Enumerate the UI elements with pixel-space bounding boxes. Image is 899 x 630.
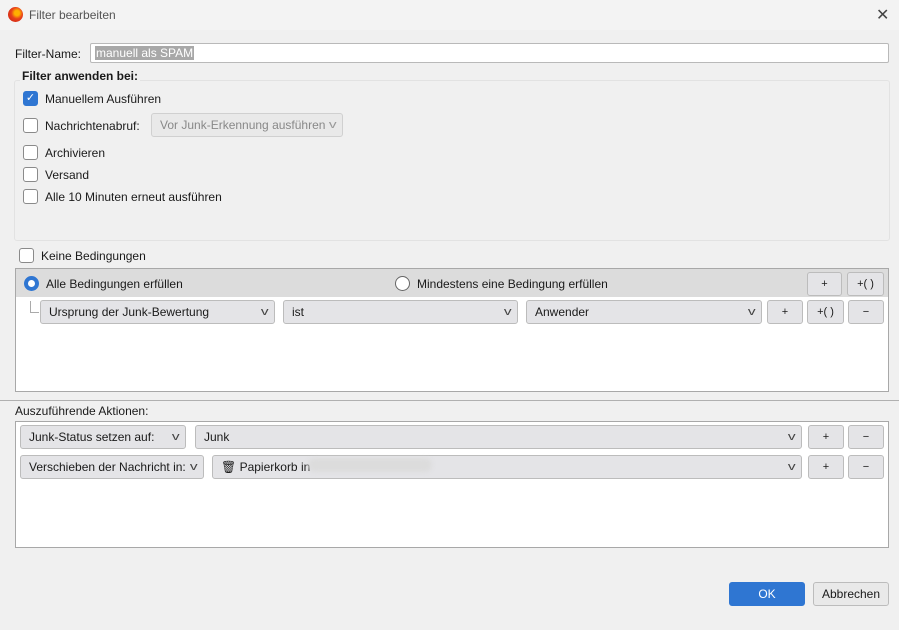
ok-button[interactable]: OK	[729, 582, 805, 606]
trash-icon: 🗑	[221, 460, 237, 474]
add-action-button-1[interactable]: +	[808, 425, 844, 449]
filter-name-label: Filter-Name:	[15, 47, 82, 61]
no-conditions-checkbox[interactable]	[19, 248, 34, 263]
chevron-down-icon: v	[747, 306, 756, 318]
chevron-down-icon: v	[171, 431, 180, 443]
action-target-dropdown-1[interactable]: Junk v	[195, 425, 802, 449]
fetch-label: Nachrichtenabruf:	[45, 119, 140, 133]
window-title: Filter bearbeiten	[29, 8, 116, 22]
actions-heading: Auszuführende Aktionen:	[15, 404, 149, 418]
action-target-dropdown-2[interactable]: 🗑 Papierkorb in v	[212, 455, 802, 479]
add-group-button[interactable]: +( )	[847, 272, 884, 296]
all-conditions-label: Alle Bedingungen erfüllen	[46, 277, 183, 291]
no-conditions-label: Keine Bedingungen	[41, 249, 146, 263]
tree-line	[30, 301, 39, 313]
archive-label: Archivieren	[45, 146, 106, 160]
chevron-down-icon: v	[503, 306, 512, 318]
condition-value-value: Anwender	[535, 305, 590, 319]
action-type-dropdown-1[interactable]: Junk-Status setzen auf: v	[20, 425, 186, 449]
all-conditions-radio[interactable]	[24, 276, 39, 291]
fetch-timing-value: Vor Junk-Erkennung ausführen	[160, 118, 326, 132]
condition-operator-value: ist	[292, 305, 304, 319]
splitter[interactable]	[0, 400, 899, 401]
send-checkbox[interactable]	[23, 167, 38, 182]
row-remove-condition-button[interactable]: −	[848, 300, 884, 324]
periodic-label: Alle 10 Minuten erneut ausführen	[45, 190, 222, 204]
fetch-timing-dropdown[interactable]: Vor Junk-Erkennung ausführen v	[151, 113, 343, 137]
app-logo-icon	[8, 7, 23, 22]
manual-checkbox[interactable]: ✓	[23, 91, 38, 106]
close-icon[interactable]: ✕	[876, 5, 889, 25]
remove-action-button-2[interactable]: −	[848, 455, 884, 479]
cancel-button[interactable]: Abbrechen	[813, 582, 889, 606]
chevron-down-icon: v	[189, 456, 198, 478]
remove-action-button-1[interactable]: −	[848, 425, 884, 449]
condition-field-value: Ursprung der Junk-Bewertung	[49, 305, 210, 319]
condition-operator-dropdown[interactable]: ist v	[283, 300, 518, 324]
row-add-group-button[interactable]: +( )	[807, 300, 844, 324]
chevron-down-icon: v	[787, 431, 796, 443]
any-condition-radio[interactable]	[395, 276, 410, 291]
fetch-checkbox[interactable]	[23, 118, 38, 133]
action-target-value: Papierkorb in	[239, 460, 311, 474]
periodic-checkbox[interactable]	[23, 189, 38, 204]
chevron-down-icon: v	[787, 461, 796, 473]
condition-field-dropdown[interactable]: Ursprung der Junk-Bewertung v	[40, 300, 275, 324]
manual-label: Manuellem Ausführen	[45, 92, 162, 106]
row-add-condition-button[interactable]: +	[767, 300, 803, 324]
chevron-down-icon: v	[328, 119, 337, 131]
title-bar	[0, 0, 899, 30]
send-label: Versand	[45, 168, 90, 182]
add-condition-button[interactable]: +	[807, 272, 842, 296]
apply-heading: Filter anwenden bei:	[20, 69, 141, 83]
add-action-button-2[interactable]: +	[808, 455, 844, 479]
chevron-down-icon: v	[260, 306, 269, 318]
action-type-dropdown-2[interactable]: Verschieben der Nachricht in: v	[20, 455, 204, 479]
redacted-account	[308, 458, 432, 472]
action-type-value: Junk-Status setzen auf:	[29, 430, 155, 444]
any-condition-label: Mindestens eine Bedingung erfüllen	[417, 277, 608, 291]
filter-name-input[interactable]: manuell als SPAM	[90, 43, 889, 63]
action-target-value: Junk	[204, 430, 230, 444]
archive-checkbox[interactable]	[23, 145, 38, 160]
filter-name-value: manuell als SPAM	[95, 46, 195, 60]
condition-value-dropdown[interactable]: Anwender v	[526, 300, 762, 324]
action-type-value: Verschieben der Nachricht in:	[29, 460, 186, 474]
